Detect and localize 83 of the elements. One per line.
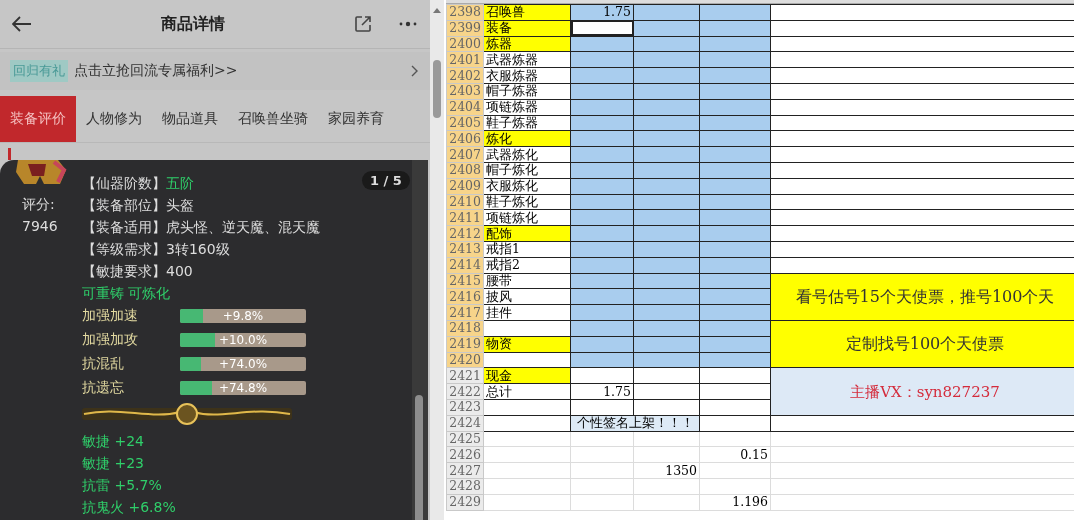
table-cell: [633, 367, 700, 384]
attribute-label: 【装备适用】: [82, 219, 166, 235]
category-tab[interactable]: 装备评价: [0, 96, 76, 142]
active-cell[interactable]: [570, 20, 634, 37]
score-value: 7946: [22, 218, 58, 234]
table-cell: 项链炼化: [483, 209, 571, 226]
table-cell: [699, 415, 771, 431]
attribute-label: 【敏捷要求】: [82, 263, 166, 279]
table-cell: [633, 478, 700, 495]
stat-line: 抗雷 +5.7%: [82, 476, 163, 495]
promo-tag: 回归有礼: [10, 60, 68, 82]
table-cell: [699, 478, 771, 495]
table-cell: 衣服炼器: [483, 67, 571, 84]
attribute-value: 400: [166, 263, 193, 279]
table-cell: 武器炼器: [483, 51, 571, 68]
attribute-label: 【等级需求】: [82, 241, 166, 257]
table-cell: [633, 383, 700, 400]
attribute-value: 五阶: [166, 175, 194, 191]
scrollbar-thumb[interactable]: [433, 60, 441, 118]
page-indicator: 1 / 5: [362, 171, 410, 190]
scroll-up-icon[interactable]: [433, 8, 441, 13]
note-text: 主播VX：syn827237: [770, 367, 1074, 416]
stat-line: 敏捷 +23: [82, 454, 145, 473]
attribute-value: 3转160级: [166, 241, 230, 257]
note-text: 看号估号15个天使票，推号100个天: [770, 273, 1074, 321]
attribute-label: 抗遗忘: [82, 379, 125, 397]
table-cell: 衣服炼化: [483, 178, 571, 195]
table-cell: [633, 431, 700, 447]
chevron-right-icon[interactable]: [411, 65, 418, 77]
table-cell: 项链炼器: [483, 99, 571, 116]
table-cell: 召唤兽: [483, 4, 571, 21]
table-cell: 鞋子炼器: [483, 115, 571, 131]
table-cell: 武器炼化: [483, 146, 571, 163]
note-text: 定制找号100个天使票: [770, 320, 1074, 368]
attribute-label: 加强加速: [82, 307, 139, 325]
table-cell: [699, 462, 771, 479]
table-cell: [633, 494, 700, 510]
category-tab[interactable]: 家园养育: [318, 96, 394, 142]
bar-reading: +74.8%: [217, 381, 269, 395]
category-tab[interactable]: 人物修为: [76, 96, 152, 142]
table-cell: 0.15: [699, 446, 771, 463]
table-cell: 帽子炼器: [483, 83, 571, 100]
share-icon[interactable]: [354, 15, 372, 33]
category-tab[interactable]: 物品道具: [152, 96, 228, 142]
score-label: 评分:: [22, 196, 55, 214]
row-number: 2398: [446, 4, 484, 21]
item-tags: 可重铸 可炼化: [82, 282, 352, 304]
attribute-label: 【装备部位】: [82, 197, 166, 213]
stat-line: 敏捷 +24: [82, 432, 145, 451]
back-icon[interactable]: [12, 16, 32, 32]
bar-reading: +9.8%: [221, 309, 265, 323]
table-cell: 帽子炼化: [483, 162, 571, 179]
table-cell: [633, 399, 700, 416]
attribute-value: 头盔: [166, 197, 194, 213]
bar-reading: +74.0%: [217, 357, 269, 371]
promo-link[interactable]: 点击立抢回流专属福利>>: [74, 62, 405, 80]
table-cell: 总计: [483, 383, 571, 400]
attribute-label: 【仙器阶数】: [82, 175, 166, 191]
page-title: 商品详情: [160, 13, 226, 35]
table-cell: 戒指2: [483, 257, 571, 274]
table-cell: [699, 4, 771, 21]
table-cell: 1.196: [699, 494, 771, 510]
table-cell: [633, 446, 700, 463]
table-cell: [699, 367, 771, 384]
stat-line: 抗鬼火 +6.8%: [82, 498, 177, 517]
table-cell: 挂件: [483, 304, 571, 321]
attribute-label: 加强加攻: [82, 331, 139, 349]
table-cell: 披风: [483, 288, 571, 305]
bar-reading: +10.0%: [217, 333, 269, 347]
section-marker: [8, 148, 11, 160]
more-icon[interactable]: [398, 21, 418, 27]
attribute-label: 抗混乱: [82, 355, 125, 373]
table-cell: 鞋子炼化: [483, 194, 571, 210]
attribute-value: 虎头怪、逆天魔、混天魔: [166, 219, 320, 235]
table-cell: 1.75: [570, 4, 634, 21]
table-cell: 戒指1: [483, 241, 571, 258]
table-cell: 1350: [633, 462, 700, 479]
vertical-scrollbar[interactable]: [430, 0, 444, 520]
table-cell: [633, 4, 700, 21]
table-cell: 腰带: [483, 273, 571, 289]
table-cell: 1.75: [570, 383, 634, 400]
table-cell: [699, 431, 771, 447]
category-tab[interactable]: 召唤兽坐骑: [228, 96, 318, 142]
